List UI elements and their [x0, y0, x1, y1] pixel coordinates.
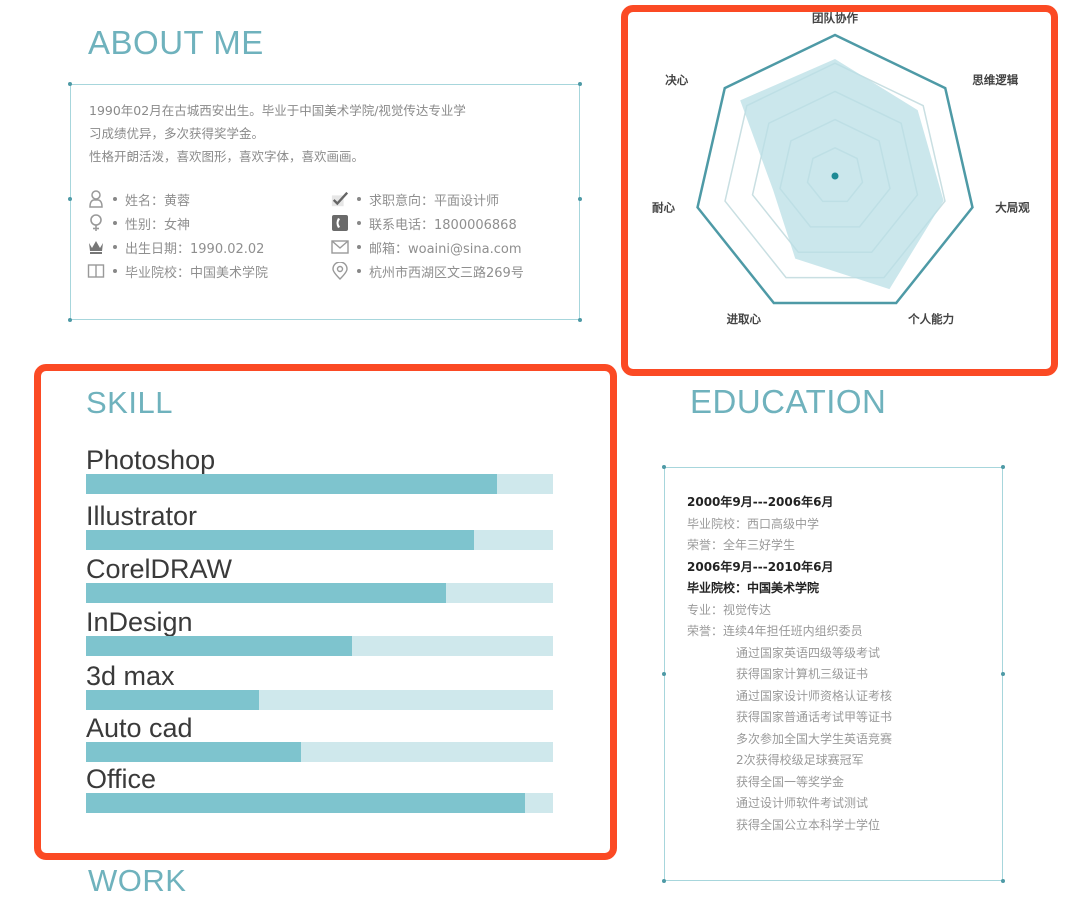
education-heading: EDUCATION [690, 383, 887, 420]
radar-highlight-box [621, 5, 1058, 376]
info-text: 求职意向：平面设计师 [369, 193, 500, 209]
education-line: 2000年9月---2006年6月 [687, 495, 834, 509]
bullet [113, 197, 117, 201]
intro-line: 性格开朗活泼，喜欢图形，喜欢字体，喜欢画画。 [89, 149, 365, 164]
education-line: 通过设计师软件考试测试 [736, 796, 869, 810]
about-me-heading: ABOUT ME [88, 24, 264, 61]
education-line: 获得全国一等奖学金 [736, 774, 845, 789]
corner-dot [1001, 465, 1005, 469]
bullet [357, 197, 361, 201]
crown-icon [87, 238, 105, 256]
education-line: 获得国家计算机三级证书 [736, 667, 869, 681]
book-icon [87, 262, 105, 280]
bullet [113, 269, 117, 273]
info-address: 杭州市西湖区文三路269号 [331, 259, 524, 283]
info-birthday: 出生日期：1990.02.02 [87, 235, 264, 259]
work-heading: WORK [88, 863, 187, 898]
about-me-panel: 1990年02月在古城西安出生。毕业于中国美术学院/视觉传达专业学 习成绩优异，… [68, 82, 582, 322]
education-line: 毕业院校：西口高级中学 [687, 516, 820, 531]
info-text: 姓名：黄蓉 [125, 193, 191, 209]
checkmark-icon [331, 190, 349, 208]
education-line: 荣誉：连续4年担任班内组织委员 [687, 624, 863, 638]
info-phone: 联系电话：1800006868 [331, 211, 517, 235]
education-line: 获得国家普通话考试甲等证书 [736, 710, 893, 724]
education-line: 获得全国公立本科学士学位 [736, 817, 881, 832]
info-text: 联系电话：1800006868 [369, 217, 517, 233]
bullet [357, 245, 361, 249]
education-line: 多次参加全国大学生英语竞赛 [736, 731, 893, 746]
info-email: 邮箱：woaini@sina.com [331, 235, 522, 259]
corner-dot [68, 318, 72, 322]
info-gender: 性别：女神 [87, 211, 190, 235]
bullet [113, 221, 117, 225]
info-text: 出生日期：1990.02.02 [125, 241, 265, 257]
corner-dot [578, 318, 582, 322]
education-line: 通过国家设计师资格认证考核 [736, 688, 893, 703]
corner-dot [68, 197, 72, 201]
education-line: 荣誉：全年三好学生 [687, 538, 796, 552]
info-name: 姓名：黄蓉 [87, 187, 190, 211]
education-line: 通过国家英语四级等级考试 [736, 645, 881, 660]
corner-dot [578, 197, 582, 201]
about-intro: 1990年02月在古城西安出生。毕业于中国美术学院/视觉传达专业学 习成绩优异，… [89, 99, 569, 168]
corner-dot [1001, 879, 1005, 883]
education-panel: 2000年9月---2006年6月 毕业院校：西口高级中学 荣誉：全年三好学生 200… [662, 465, 1005, 883]
corner-dot [578, 82, 582, 86]
education-line: 专业：视觉传达 [687, 602, 772, 617]
phone-icon [331, 214, 349, 232]
corner-dot [1001, 672, 1005, 676]
corner-dot [662, 465, 666, 469]
skill-highlight-box [34, 364, 617, 860]
female-icon [87, 214, 105, 232]
bullet [113, 245, 117, 249]
location-pin-icon [331, 262, 349, 280]
info-text: 毕业院校：中国美术学院 [125, 265, 269, 281]
info-text: 邮箱：woaini@sina.com [369, 241, 522, 257]
info-text: 性别：女神 [125, 217, 191, 233]
bullet [357, 221, 361, 225]
education-line: 毕业院校：中国美术学院 [687, 581, 820, 595]
corner-dot [662, 672, 666, 676]
intro-line: 习成绩优异，多次获得奖学金。 [89, 126, 265, 141]
corner-dot [68, 82, 72, 86]
intro-line: 1990年02月在古城西安出生。毕业于中国美术学院/视觉传达专业学 [89, 103, 466, 118]
bullet [357, 269, 361, 273]
education-line: 2006年9月---2010年6月 [687, 559, 834, 574]
person-icon [87, 190, 105, 208]
info-school: 毕业院校：中国美术学院 [87, 259, 268, 283]
info-job-intent: 求职意向：平面设计师 [331, 187, 499, 211]
envelope-icon [331, 238, 349, 256]
corner-dot [662, 879, 666, 883]
info-text: 杭州市西湖区文三路269号 [369, 265, 524, 281]
education-line: 2次获得校级足球赛冠军 [736, 753, 864, 767]
